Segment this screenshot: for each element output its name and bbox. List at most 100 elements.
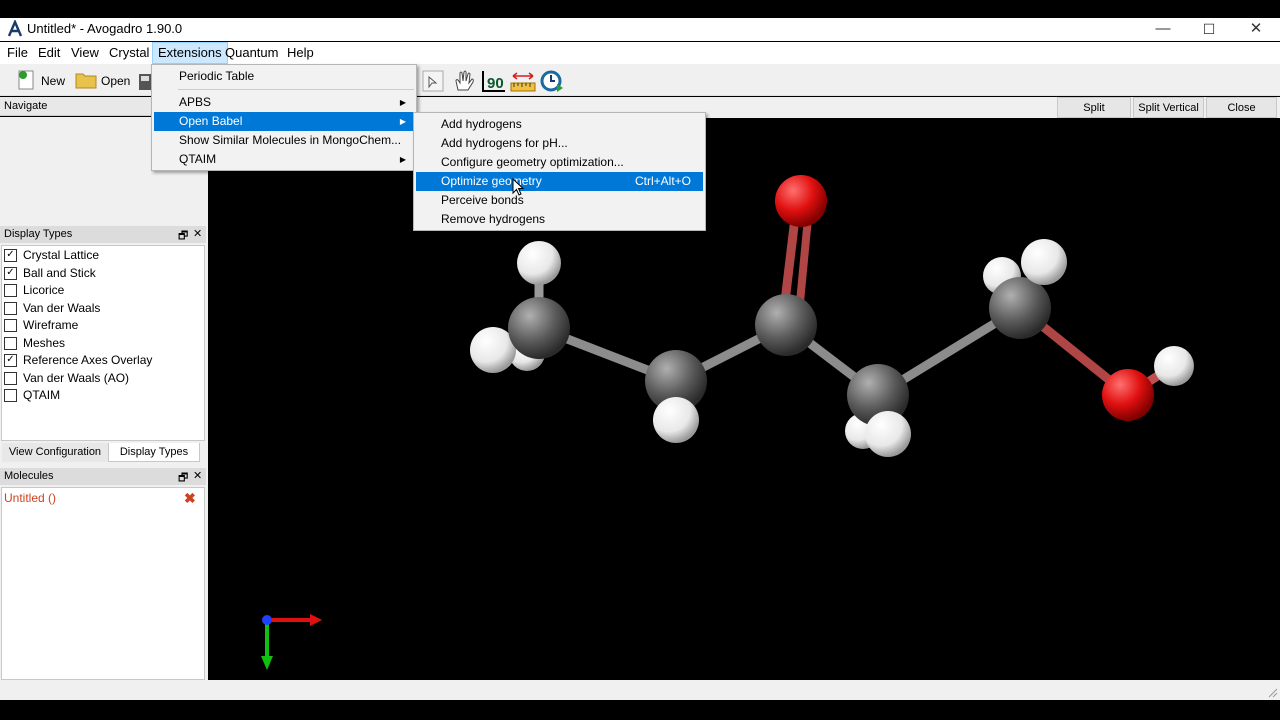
menu-crystal[interactable]: Crystal [104,42,154,64]
display-type-label: Meshes [23,336,66,350]
mouse-cursor-icon [512,178,525,196]
checkbox[interactable]: ✓ [4,249,17,262]
menu-item-label: Add hydrogens [441,117,522,131]
new-button[interactable]: New [14,68,66,94]
tab-view-configuration[interactable]: View Configuration [2,443,108,462]
menu-item-shortcut: Ctrl+Alt+O [634,174,691,188]
submenu-arrow-icon: ▶ [399,98,406,107]
checkbox[interactable] [4,302,17,315]
display-type-label: Licorice [23,283,65,297]
open-folder-icon [75,73,97,89]
autoopt-clock-icon[interactable] [539,69,565,93]
display-type-item[interactable]: QTAIM [4,387,202,404]
menu-item-label: Open Babel [179,114,243,128]
display-type-item[interactable]: Wireframe [4,317,202,334]
menu-item-label: Remove hydrogens [441,212,546,226]
molecule-3d-viewport[interactable] [208,118,1280,680]
avogadro-app-icon [7,20,23,37]
menu-item-show-similar[interactable]: Show Similar Molecules in MongoChem... [154,131,414,150]
menu-item-periodic-table[interactable]: Periodic Table [154,67,414,86]
display-type-item[interactable]: Meshes [4,335,202,352]
menu-item-label: QTAIM [179,152,217,166]
menu-item-label: Periodic Table [179,69,255,83]
window-title: Untitled* - Avogadro 1.90.0 [27,21,183,36]
save-icon[interactable] [138,72,152,92]
menu-quantum[interactable]: Quantum [220,42,283,64]
menu-view[interactable]: View [66,42,104,64]
menu-bar: File Edit View Crystal Extensions Quantu… [0,42,1280,64]
manipulate-hand-icon[interactable] [451,69,477,93]
close-dock-icon[interactable]: ✕ [193,227,202,240]
bond-centric-icon[interactable]: 90 [481,69,507,93]
bonds [492,217,1176,433]
molecules-title: Molecules [4,470,54,482]
menu-item-label: Add hydrogens for pH... [441,136,568,150]
status-bar [0,680,1280,700]
display-type-label: QTAIM [23,388,61,402]
remove-molecule-icon[interactable]: ✖ [184,490,196,507]
display-type-item[interactable]: Licorice [4,282,202,299]
display-type-item[interactable]: ✓ Reference Axes Overlay [4,352,202,369]
menu-edit[interactable]: Edit [33,42,65,64]
checkbox[interactable]: ✓ [4,354,17,367]
display-types-list: ✓ Crystal Lattice ✓ Ball and Stick Licoric… [1,245,205,441]
minimize-button[interactable]: — [1140,18,1186,41]
display-type-item[interactable]: Van der Waals (AO) [4,370,202,387]
menu-item-label: APBS [179,95,212,109]
navigate-tool-icon[interactable] [421,69,445,93]
checkbox[interactable] [4,319,17,332]
checkbox[interactable] [4,284,17,297]
measure-ruler-icon[interactable] [510,69,536,93]
display-type-label: Crystal Lattice [23,248,100,262]
checkbox[interactable]: ✓ [4,267,17,280]
molecule-item[interactable]: Untitled () ✖ [4,490,202,507]
tab-display-types[interactable]: Display Types [108,443,200,462]
left-dock-panel: Display Types 🗗 ✕ ✓ Crystal Lattice ✓ Ball… [0,117,208,680]
display-type-label: Van der Waals [23,301,101,315]
close-window-button[interactable]: ✕ [1233,18,1279,41]
new-file-icon [18,70,34,90]
close-dock-icon[interactable]: ✕ [193,469,202,482]
menu-item-configure-optimization[interactable]: Configure geometry optimization... [416,153,703,172]
menu-item-label: Optimize geometry [441,174,542,188]
menu-item-add-hydrogens[interactable]: Add hydrogens [416,115,703,134]
menu-file[interactable]: File [2,42,33,64]
extensions-menu: Periodic Table APBS ▶ Open Babel ▶ Show Si… [151,64,417,171]
display-type-item[interactable]: ✓ Crystal Lattice [4,247,202,264]
float-dock-icon[interactable]: 🗗 [178,469,188,488]
reference-axes [261,614,322,670]
checkbox[interactable] [4,389,17,402]
menu-item-open-babel[interactable]: Open Babel ▶ [154,112,414,131]
open-button[interactable]: Open [74,68,130,94]
open-babel-submenu: Add hydrogens Add hydrogens for pH... Co… [413,112,706,231]
close-view-button[interactable]: Close [1206,97,1277,118]
checkbox[interactable] [4,372,17,385]
menu-extensions[interactable]: Extensions [152,42,228,64]
menu-item-label: Configure geometry optimization... [441,155,624,169]
molecules-header: Molecules 🗗 ✕ [0,468,206,485]
menu-help[interactable]: Help [282,42,319,64]
split-vertical-button[interactable]: Split Vertical [1133,97,1204,118]
molecules-list: Untitled () ✖ [1,487,205,680]
submenu-arrow-icon: ▶ [399,117,406,126]
menu-item-add-hydrogens-ph[interactable]: Add hydrogens for pH... [416,134,703,153]
title-bar: Untitled* - Avogadro 1.90.0 — ☐ ✕ [0,18,1280,41]
menu-item-apbs[interactable]: APBS ▶ [154,93,414,112]
maximize-button[interactable]: ☐ [1186,18,1232,41]
resize-grip-icon[interactable] [1266,686,1278,698]
menu-item-perceive-bonds[interactable]: Perceive bonds [416,191,703,210]
rotation-90-label: 90 [487,75,504,92]
molecule-name: Untitled () [4,491,57,505]
menu-item-remove-hydrogens[interactable]: Remove hydrogens [416,210,703,229]
display-type-label: Reference Axes Overlay [23,353,153,367]
display-type-item[interactable]: Van der Waals [4,300,202,317]
checkbox[interactable] [4,337,17,350]
float-dock-icon[interactable]: 🗗 [178,227,188,246]
split-horizontal-button[interactable]: Split Horizontal [1057,97,1131,135]
menu-item-optimize-geometry[interactable]: Optimize geometry Ctrl+Alt+O [416,172,703,191]
display-types-header: Display Types 🗗 ✕ [0,226,206,243]
menu-item-qtaim[interactable]: QTAIM ▶ [154,150,414,169]
display-type-label: Van der Waals (AO) [23,371,130,385]
open-button-label: Open [101,74,131,88]
display-type-item[interactable]: ✓ Ball and Stick [4,265,202,282]
